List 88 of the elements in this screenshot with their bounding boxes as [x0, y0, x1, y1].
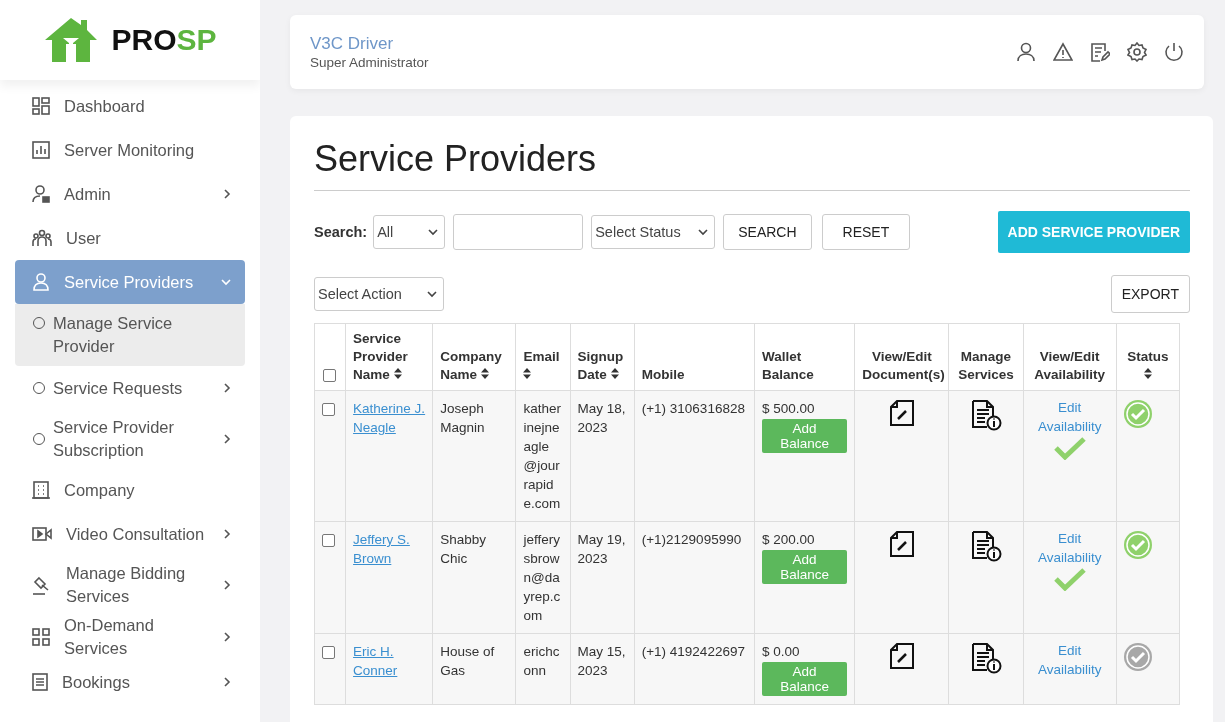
- status-dropdown[interactable]: Select Status: [591, 215, 716, 249]
- row-checkbox[interactable]: [322, 645, 335, 659]
- edit-note-icon[interactable]: [1090, 42, 1110, 62]
- chevron-down-icon: [698, 228, 709, 236]
- menu-item[interactable]: Company: [15, 468, 245, 512]
- mobile-number: (+1)2129095990: [641, 532, 742, 547]
- submenu-item[interactable]: Manage Service Provider: [15, 304, 245, 366]
- sort-icon[interactable]: [610, 368, 619, 379]
- chevron-down-icon: [427, 290, 437, 298]
- menu-item[interactable]: On-Demand Services: [15, 614, 245, 660]
- status-check-icon[interactable]: [1122, 642, 1153, 672]
- search-field[interactable]: [453, 214, 584, 250]
- signup-date: May 19, 2023: [577, 532, 626, 566]
- column-header: View/Edit Availability: [1033, 348, 1107, 384]
- power-icon[interactable]: [1164, 42, 1184, 62]
- video-icon: [32, 525, 52, 543]
- company-name: Shabby Chic: [440, 532, 487, 566]
- user-icon[interactable]: [1016, 42, 1036, 62]
- warning-icon[interactable]: [1053, 42, 1073, 62]
- bar-chart-icon: [32, 141, 50, 159]
- status-check-icon[interactable]: [1122, 530, 1153, 560]
- building-icon: [32, 481, 50, 499]
- chevron-right-icon: [223, 632, 231, 642]
- dashboard-icon: [32, 97, 50, 115]
- sort-icon[interactable]: [1143, 368, 1152, 379]
- action-dropdown[interactable]: Select Action: [314, 277, 444, 311]
- chevron-right-icon: [223, 189, 231, 199]
- row-checkbox[interactable]: [322, 533, 335, 547]
- mobile-number: (+1) 3106316828: [641, 401, 745, 416]
- chevron-down-icon: [221, 278, 231, 286]
- submenu-item[interactable]: Service Requests: [15, 366, 245, 410]
- list-icon: [32, 673, 48, 691]
- document-info-icon[interactable]: [969, 530, 1002, 562]
- status-check-icon[interactable]: [1122, 399, 1153, 429]
- wallet-balance: $ 500.00: [761, 400, 816, 418]
- search-button[interactable]: SEARCH: [723, 214, 812, 250]
- document-edit-icon[interactable]: [888, 530, 915, 558]
- chevron-right-icon: [223, 580, 231, 590]
- company-name: House of Gas: [440, 644, 495, 678]
- mobile-number: (+1) 4192422697: [641, 644, 745, 659]
- menu-item[interactable]: Dashboard: [15, 84, 245, 128]
- users-icon: [32, 229, 52, 247]
- email-text: erichconn: [523, 644, 560, 678]
- person-icon: [32, 273, 50, 291]
- chevron-right-icon: [223, 677, 231, 687]
- menu-item[interactable]: Admin: [15, 172, 245, 216]
- company-name: Joseph Magnin: [440, 401, 485, 435]
- menu-item[interactable]: Bookings: [15, 660, 245, 704]
- signup-date: May 18, 2023: [577, 401, 626, 435]
- menu-item[interactable]: User: [15, 216, 245, 260]
- export-button[interactable]: EXPORT: [1110, 275, 1190, 313]
- brand-name: PROSP: [111, 23, 217, 57]
- column-header: Wallet Balance: [761, 348, 815, 384]
- wallet-balance: $ 200.00: [761, 531, 816, 549]
- document-info-icon[interactable]: [969, 399, 1002, 431]
- settings-icon[interactable]: [1127, 42, 1147, 62]
- sort-icon[interactable]: [523, 368, 532, 379]
- chevron-right-icon: [223, 383, 231, 393]
- menu-item[interactable]: Video Consultation: [15, 512, 245, 556]
- logo-icon: [43, 16, 100, 64]
- document-info-icon[interactable]: [969, 642, 1002, 674]
- row-checkbox[interactable]: [322, 402, 335, 416]
- menu-item[interactable]: Manage Bidding Services: [15, 556, 245, 614]
- email-text: jefferysbrown@dayrep.com: [523, 532, 561, 623]
- column-header: Mobile: [641, 366, 686, 384]
- user-role: Super Administrator: [310, 55, 429, 70]
- wallet-balance: $ 0.00: [761, 643, 801, 661]
- search-scope-dropdown[interactable]: All: [373, 215, 446, 249]
- signup-date: May 15, 2023: [577, 644, 626, 678]
- menu-item[interactable]: Server Monitoring: [15, 128, 245, 172]
- document-edit-icon[interactable]: [888, 642, 915, 670]
- submenu-item[interactable]: Service Provider Subscription: [15, 410, 245, 468]
- user-lock-icon: [32, 185, 50, 203]
- grid-icon: [32, 628, 50, 646]
- chevron-right-icon: [223, 434, 231, 444]
- sort-icon[interactable]: [480, 368, 489, 379]
- search-label: Search:: [314, 224, 368, 240]
- select-all-checkbox[interactable]: [323, 368, 336, 382]
- page-title: Service Providers: [314, 138, 1190, 191]
- document-edit-icon[interactable]: [888, 399, 915, 427]
- sort-icon[interactable]: [393, 368, 402, 379]
- chevron-down-icon: [428, 228, 439, 236]
- email-text: katherinejneagle@jourrapide.com: [523, 401, 561, 511]
- column-header: View/Edit Document(s): [862, 348, 942, 384]
- chevron-right-icon: [223, 529, 231, 539]
- user-name: V3C Driver: [310, 34, 395, 54]
- column-header: Manage Services: [957, 348, 1015, 384]
- reset-button[interactable]: RESET: [821, 214, 911, 250]
